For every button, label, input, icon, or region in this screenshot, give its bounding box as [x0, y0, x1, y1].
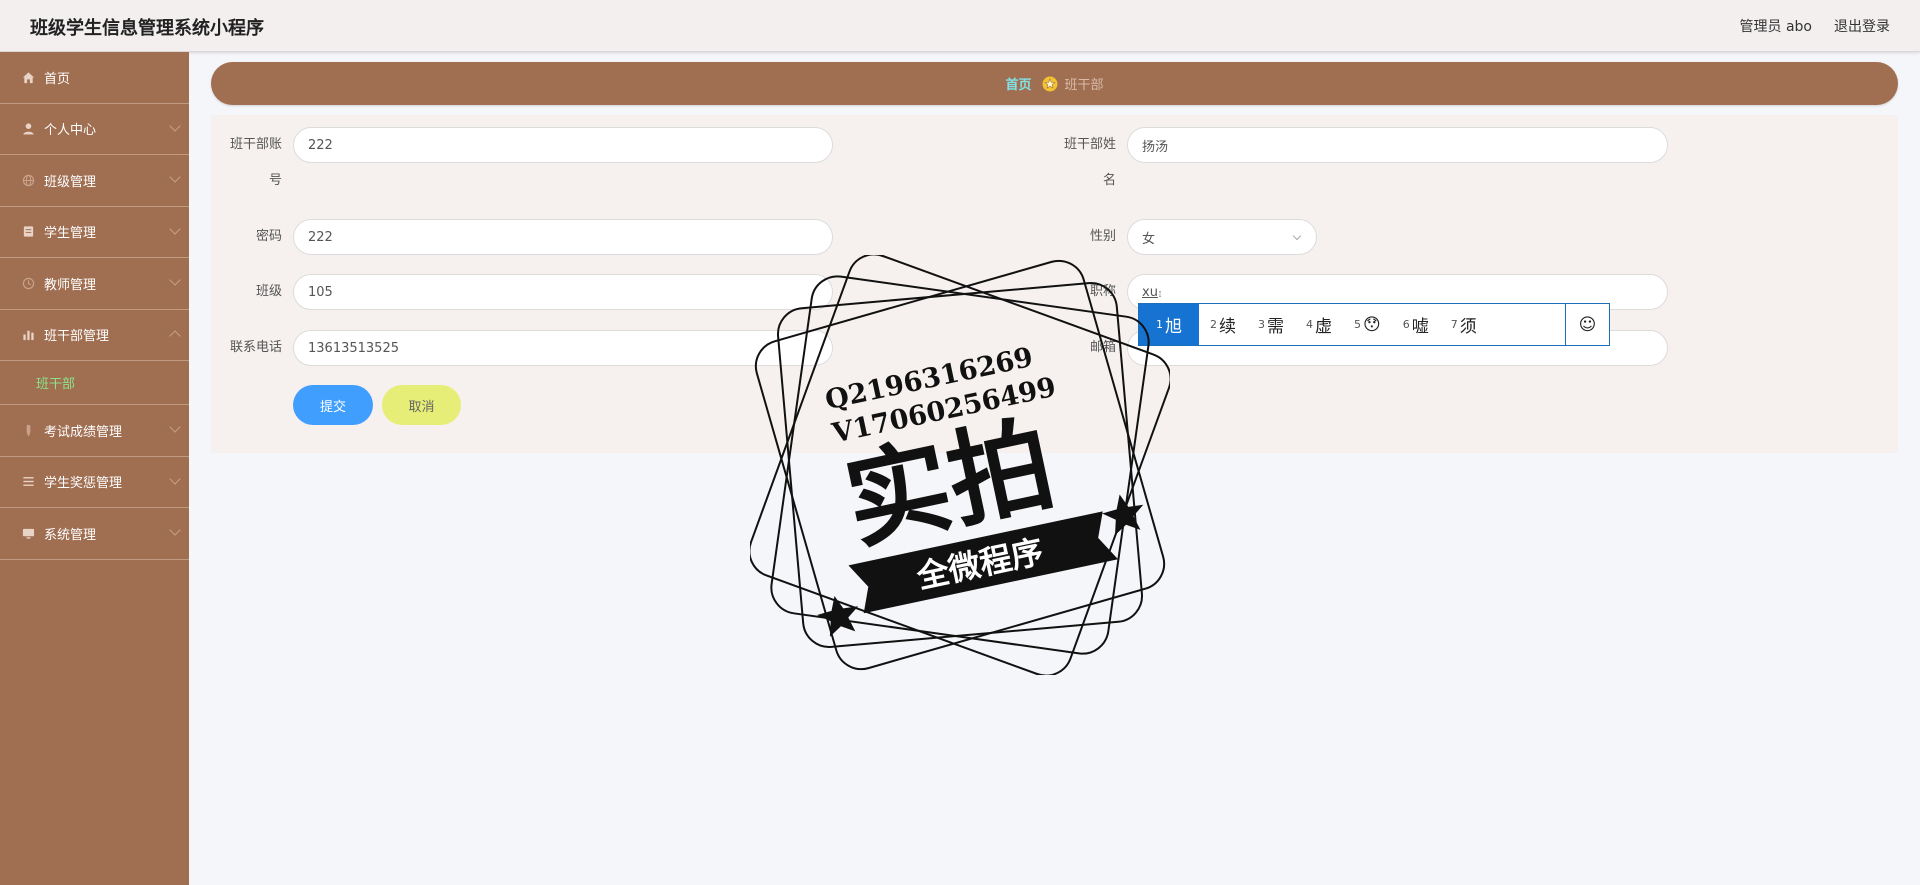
watermark-sub-text: 全微程序	[912, 532, 1046, 596]
sidebar-item-home[interactable]: 首页	[0, 52, 189, 104]
sidebar-item-student-management[interactable]: 学生管理	[0, 207, 189, 258]
chevron-down-icon	[169, 472, 181, 485]
clock-icon	[21, 276, 35, 290]
sidebar-item-rewards-punishments[interactable]: 学生奖惩管理	[0, 457, 189, 508]
email-label: 邮箱	[1089, 340, 1116, 355]
sidebar-item-label: 学生管理	[44, 226, 97, 242]
position-label: 职称	[1089, 284, 1116, 299]
chevron-down-icon	[169, 524, 181, 536]
cancel-button[interactable]: 取消	[382, 385, 461, 425]
ime-emoji-button[interactable]: ☺	[1565, 304, 1609, 345]
gender-label: 性别	[1089, 229, 1116, 244]
sidebar-item-label: 教师管理	[44, 277, 97, 293]
ime-candidate[interactable]: 1旭	[1139, 304, 1199, 345]
breadcrumb-current: 班干部	[1064, 78, 1104, 93]
chevron-down-icon	[169, 274, 181, 286]
sidebar-item-label: 班干部管理	[44, 329, 110, 345]
admin-user-label[interactable]: 管理员 abo	[1740, 16, 1812, 36]
password-label: 密码	[255, 229, 282, 244]
sidebar: 首页 个人中心 班级管理 学生管理 教师管理 班干部管理 班干部 考试成绩管理 …	[0, 52, 189, 885]
ime-candidate[interactable]: 3需	[1247, 304, 1295, 345]
app-title: 班级学生信息管理系统小程序	[30, 18, 264, 39]
account-input[interactable]: 222	[293, 127, 833, 163]
sidebar-item-label: 学生奖惩管理	[44, 476, 123, 492]
ime-candidate[interactable]: 4虚	[1295, 304, 1343, 345]
chevron-up-icon	[169, 329, 181, 342]
sidebar-subitem-cadre[interactable]: 班干部	[0, 361, 189, 405]
text-cursor-icon	[1159, 291, 1161, 297]
chevron-down-icon	[1292, 231, 1302, 241]
home-icon	[21, 70, 35, 84]
chevron-down-icon	[169, 222, 181, 235]
pen-icon	[21, 423, 35, 437]
phone-label: 联系电话	[229, 340, 282, 355]
chart-icon	[21, 328, 35, 342]
sidebar-item-label: 班级管理	[44, 174, 97, 190]
class-input[interactable]: 105	[293, 274, 833, 310]
monitor-icon	[21, 526, 35, 540]
sidebar-item-system-management[interactable]: 系统管理	[0, 508, 189, 560]
globe-icon	[21, 173, 35, 187]
ime-candidate[interactable]: 6嘘	[1392, 304, 1440, 345]
sidebar-item-label: 个人中心	[44, 123, 97, 139]
chevron-down-icon	[169, 119, 181, 132]
ime-candidate[interactable]: 7须	[1440, 304, 1488, 345]
name-label: 班干部姓名	[1063, 137, 1116, 188]
chevron-down-icon	[169, 171, 181, 183]
sidebar-item-label: 首页	[44, 71, 71, 87]
list-icon	[21, 475, 35, 489]
ime-candidate-bar: 1旭 2续 3需 4虚 5 😯 6嘘 7须 ☺	[1138, 303, 1610, 346]
gender-selected-value: 女	[1142, 231, 1156, 247]
sidebar-item-class-management[interactable]: 班级管理	[0, 155, 189, 207]
sidebar-item-label: 系统管理	[44, 527, 97, 543]
chevron-down-icon	[169, 421, 181, 433]
top-bar: 班级学生信息管理系统小程序 管理员 abo 退出登录	[0, 0, 1920, 52]
top-right-actions: 管理员 abo 退出登录	[1740, 16, 1890, 36]
star-icon	[1042, 76, 1057, 91]
sidebar-item-teacher-management[interactable]: 教师管理	[0, 258, 189, 310]
sidebar-item-label: 考试成绩管理	[44, 424, 123, 440]
account-label: 班干部账号	[229, 137, 282, 188]
class-label: 班级	[255, 284, 282, 299]
sidebar-item-profile[interactable]: 个人中心	[0, 104, 189, 155]
ime-candidate[interactable]: 5 😯	[1343, 304, 1392, 345]
password-input[interactable]: 222	[293, 219, 833, 255]
cadre-edit-form: 班干部账号 222 班干部姓名 扬汤 密码 222 性别 女 班级 105 职称…	[211, 115, 1898, 453]
user-icon	[21, 122, 35, 136]
breadcrumb: 首页 班干部	[211, 62, 1898, 105]
name-input[interactable]: 扬汤	[1127, 127, 1668, 163]
sidebar-item-cadre-management[interactable]: 班干部管理	[0, 310, 189, 361]
book-icon	[21, 225, 35, 239]
submit-button[interactable]: 提交	[293, 385, 373, 425]
ime-candidate[interactable]: 2续	[1199, 304, 1247, 345]
phone-input[interactable]: 13613513525	[293, 330, 833, 366]
gender-select[interactable]: 女	[1127, 219, 1317, 255]
breadcrumb-home-link[interactable]: 首页	[1005, 74, 1031, 93]
logout-button[interactable]: 退出登录	[1834, 16, 1890, 36]
sidebar-item-exam-scores[interactable]: 考试成绩管理	[0, 405, 189, 457]
position-typed-text: xu	[1142, 284, 1158, 300]
